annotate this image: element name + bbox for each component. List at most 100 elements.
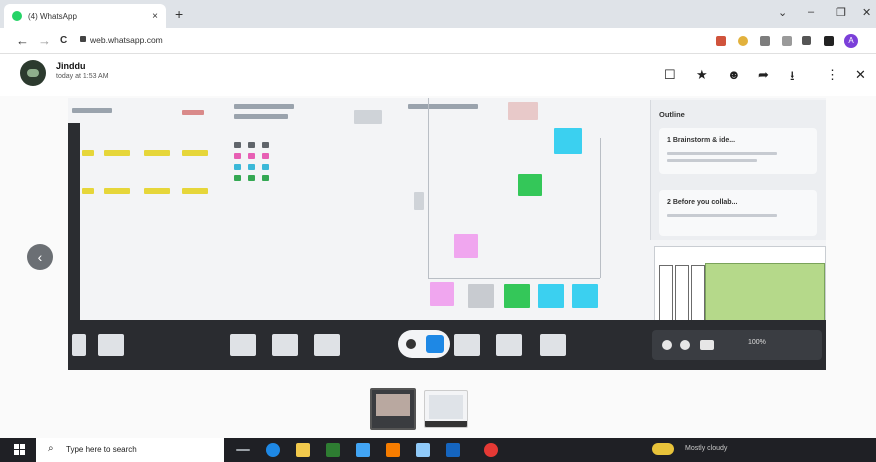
zoom-level[interactable]: 100% [748,339,766,346]
tool-switcher[interactable] [398,330,450,358]
sticky-note[interactable] [104,188,130,194]
media-thumbnail-1[interactable] [370,388,416,430]
app-icon[interactable] [356,443,370,457]
star-icon[interactable]: ★ [696,67,708,83]
sticky-note[interactable] [262,142,269,148]
toolbar-tile[interactable] [540,334,566,356]
toolbar-tile[interactable] [496,334,522,356]
whiteboard-toolbar: 100% [68,320,826,370]
sticky-note[interactable] [538,284,564,308]
back-button[interactable]: ← [16,33,29,48]
browser-tab-whatsapp[interactable]: (4) WhatsApp × [4,4,166,28]
url-text[interactable]: web.whatsapp.com [90,35,163,45]
sticky-note[interactable] [234,175,241,181]
sticky-note[interactable] [554,128,582,154]
text-block [182,110,204,115]
download-icon[interactable]: ⭳ [790,67,795,89]
bookmark-star-icon[interactable] [802,36,811,45]
pen-tool-icon[interactable] [406,339,416,349]
sticky-note[interactable] [248,153,255,159]
toolbar-control-icon[interactable] [700,340,714,350]
app-icon[interactable] [416,443,430,457]
extension-icon[interactable] [716,36,726,46]
app-icon[interactable] [446,443,460,457]
task-view-icon[interactable] [236,449,250,451]
sticky-note[interactable] [262,153,269,159]
text-block [234,114,288,119]
minimize-button[interactable]: – [808,6,814,18]
sticky-note[interactable] [248,164,255,170]
weather-text[interactable]: Mostly cloudy [685,445,727,452]
sticky-note[interactable] [144,150,170,156]
media-viewer-header: Jinddu today at 1:53 AM ☐ ★ ☻ ➦ ⭳ ⋮ ✕ [0,54,876,96]
chrome-icon[interactable] [484,443,498,457]
extension-icon[interactable] [782,36,792,46]
close-viewer-icon[interactable]: ✕ [855,67,866,83]
reply-icon[interactable]: ☐ [664,67,676,83]
sticky-note[interactable] [430,282,454,306]
toolbar-tile[interactable] [230,334,256,356]
app-icon[interactable] [326,443,340,457]
sticky-note[interactable] [82,188,94,194]
sticky-note[interactable] [234,153,241,159]
sticky-note[interactable] [262,175,269,181]
sticky-tool-icon[interactable] [426,335,444,353]
sidebar-icon[interactable] [824,36,834,46]
react-emoji-icon[interactable]: ☻ [727,67,741,82]
toolbar-tile[interactable] [98,334,124,356]
sticky-note[interactable] [504,284,530,308]
sticky-note[interactable] [468,284,494,308]
window-close-button[interactable]: ✕ [862,6,871,19]
toolbar-tile[interactable] [314,334,340,356]
sticky-note[interactable] [262,164,269,170]
sticky-note[interactable] [144,188,170,194]
divider [600,138,601,278]
sticky-note[interactable] [248,175,255,181]
outline-item[interactable]: 2 Before you collab... [659,190,817,236]
forward-icon[interactable]: ➦ [758,67,769,83]
google-extension-icon[interactable] [738,36,748,46]
text-block [72,108,112,113]
sticky-note[interactable] [454,234,478,258]
extension-icon[interactable] [760,36,770,46]
sticky-note[interactable] [518,174,542,196]
outline-item[interactable]: 1 Brainstorm & ide... [659,128,817,174]
reload-button[interactable]: C [60,35,67,46]
windows-start-icon[interactable] [14,444,26,456]
sticky-note[interactable] [182,188,208,194]
new-tab-button[interactable]: + [175,6,183,22]
previous-media-button[interactable]: ‹ [27,244,53,270]
sticky-note[interactable] [572,284,598,308]
sticky-note[interactable] [82,150,94,156]
file-explorer-icon[interactable] [296,443,310,457]
toolbar-control-icon[interactable] [662,340,672,350]
lock-icon[interactable] [80,36,86,42]
toolbar-control-icon[interactable] [680,340,690,350]
edge-icon[interactable] [266,443,280,457]
search-placeholder: Type here to search [66,445,137,454]
toolbar-tile[interactable] [454,334,480,356]
profile-avatar[interactable]: A [844,34,858,48]
table-cell [675,265,689,325]
sticky-note[interactable] [248,142,255,148]
sticky-note[interactable] [234,164,241,170]
outline-panel: Outline 1 Brainstorm & ide... 2 Before y… [650,100,826,240]
restore-button[interactable]: ❐ [836,6,846,19]
sticky-note[interactable] [104,150,130,156]
vlc-icon[interactable] [386,443,400,457]
toolbar-tile[interactable] [72,334,86,356]
more-menu-icon[interactable]: ⋮ [826,67,839,83]
sticky-note[interactable] [414,192,424,210]
contact-avatar[interactable] [20,60,46,86]
tab-close-icon[interactable]: × [152,11,158,22]
tab-search-chevron-icon[interactable]: ⌄ [778,6,787,19]
windows-taskbar: ⌕ Type here to search Mostly cloudy [0,438,876,462]
message-timestamp: today at 1:53 AM [56,73,109,80]
sticky-note[interactable] [182,150,208,156]
taskbar-search-box[interactable]: ⌕ Type here to search [36,438,224,462]
media-thumbnail-2[interactable] [424,390,468,428]
weather-icon[interactable] [652,443,674,455]
forward-button[interactable]: → [38,33,51,48]
sticky-note[interactable] [234,142,241,148]
toolbar-tile[interactable] [272,334,298,356]
